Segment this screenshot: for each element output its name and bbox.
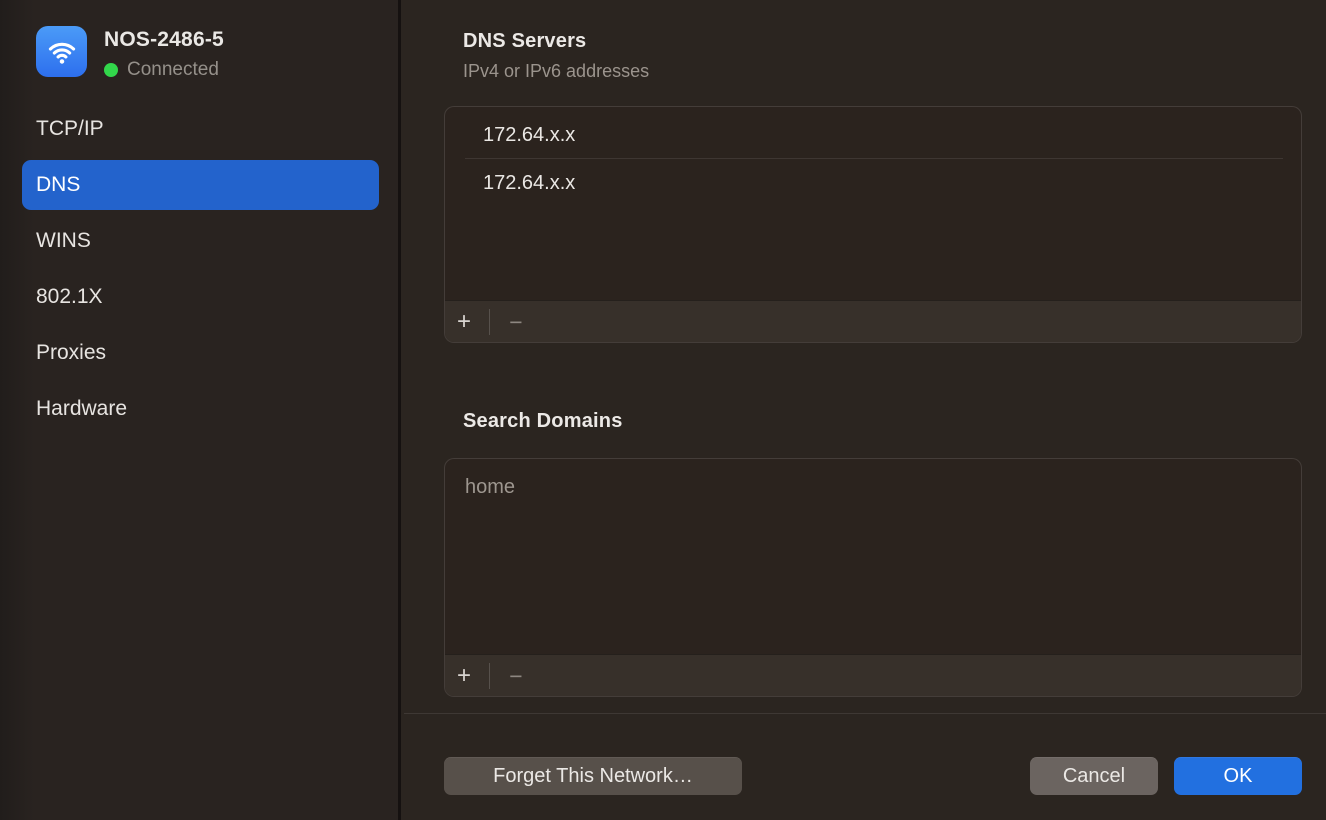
search-domains-toolbar: + −: [445, 654, 1301, 696]
sidebar-nav-item[interactable]: Proxies: [22, 328, 379, 378]
search-domain-value: home: [465, 476, 515, 499]
sidebar: NOS-2486-5 Connected TCP/IP DNS WINS: [0, 0, 401, 820]
dns-server-address: 172.64.x.x: [483, 172, 575, 195]
dns-servers-listbox: 172.64.x.x 172.64.x.x + −: [444, 106, 1302, 343]
sidebar-nav-item-label: Hardware: [36, 397, 127, 421]
sidebar-nav-item-label: Proxies: [36, 341, 106, 365]
cancel-button[interactable]: Cancel: [1030, 757, 1158, 795]
sidebar-nav-item[interactable]: DNS: [22, 160, 379, 210]
sidebar-nav-item[interactable]: 802.1X: [22, 272, 379, 322]
search-domain-row[interactable]: home: [445, 463, 1301, 511]
sidebar-nav-item-label: TCP/IP: [36, 117, 104, 141]
toolbar-separator: [489, 309, 490, 335]
sidebar-nav-item[interactable]: TCP/IP: [22, 104, 379, 154]
sidebar-nav-item-label: WINS: [36, 229, 91, 253]
sidebar-nav-item-label: DNS: [36, 173, 80, 197]
sidebar-nav-item-label: 802.1X: [36, 285, 103, 309]
toolbar-separator: [489, 663, 490, 689]
sidebar-nav: TCP/IP DNS WINS 802.1X Proxies: [0, 104, 398, 440]
connection-status: Connected: [104, 59, 224, 81]
network-name: NOS-2486-5: [104, 28, 224, 52]
ok-button[interactable]: OK: [1174, 757, 1302, 795]
network-details-dialog: NOS-2486-5 Connected TCP/IP DNS WINS: [0, 0, 1326, 820]
sidebar-nav-item[interactable]: Hardware: [22, 384, 379, 434]
dns-servers-rows: 172.64.x.x 172.64.x.x: [445, 107, 1301, 300]
dns-servers-title: DNS Servers: [463, 30, 586, 53]
main-panel: DNS Servers IPv4 or IPv6 addresses 172.6…: [404, 0, 1326, 820]
search-domain-remove-button[interactable]: −: [492, 655, 540, 697]
footer-divider: [404, 713, 1326, 714]
search-domains-title: Search Domains: [463, 410, 623, 433]
dns-servers-subtitle: IPv4 or IPv6 addresses: [463, 61, 649, 82]
status-dot-icon: [104, 63, 118, 77]
forget-network-button[interactable]: Forget This Network…: [444, 757, 742, 795]
dns-server-address: 172.64.x.x: [483, 124, 575, 147]
dns-servers-toolbar: + −: [445, 300, 1301, 342]
connection-header: NOS-2486-5 Connected: [36, 26, 224, 81]
search-domain-add-button[interactable]: +: [445, 655, 483, 697]
search-domains-rows: home: [445, 459, 1301, 654]
dns-server-row[interactable]: 172.64.x.x: [445, 111, 1301, 159]
dns-remove-button[interactable]: −: [492, 301, 540, 343]
dns-server-row[interactable]: 172.64.x.x: [445, 159, 1301, 207]
connection-meta: NOS-2486-5 Connected: [104, 26, 224, 81]
search-domains-listbox: home + −: [444, 458, 1302, 697]
wifi-icon: [36, 26, 87, 77]
status-text: Connected: [127, 59, 219, 81]
dns-add-button[interactable]: +: [445, 301, 483, 343]
sidebar-nav-item[interactable]: WINS: [22, 216, 379, 266]
